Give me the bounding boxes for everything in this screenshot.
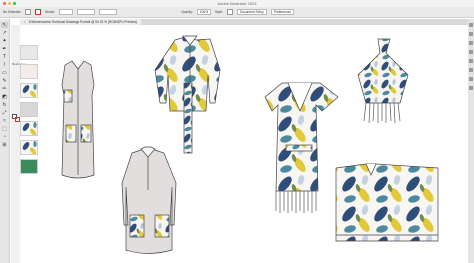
line-tool[interactable]: / (1, 62, 8, 68)
garment-wrap-kaftan[interactable] (264, 82, 339, 213)
style-label: Style: (215, 10, 224, 14)
swatch-leaf-print-2[interactable] (20, 121, 38, 136)
pencil-tool[interactable]: ✏ (1, 86, 8, 92)
shape-builder-tool[interactable]: ◔ (1, 134, 8, 140)
swatch-green[interactable] (20, 159, 38, 174)
swatch-grey[interactable] (20, 102, 38, 117)
layers-icon[interactable] (469, 32, 473, 36)
preferences-button[interactable]: Preferences (270, 9, 294, 15)
free-transform-tool[interactable]: ⬚ (1, 126, 8, 132)
rotate-tool[interactable]: ↻ (1, 102, 8, 108)
fill-swatch-button[interactable] (25, 9, 32, 15)
control-bar: No Selection Stroke: Opacity: 100% Style… (0, 7, 474, 18)
swatch-pale-pink[interactable] (20, 64, 38, 79)
width-tool[interactable]: ≈ (1, 118, 8, 124)
variable-width-dropdown[interactable] (77, 9, 96, 15)
leaf-pattern-icon (21, 122, 37, 135)
artboard-canvas[interactable] (20, 25, 468, 263)
swatch-panel-strip: Illustration (11, 25, 26, 263)
swatch-leaf-print-3[interactable] (20, 140, 38, 155)
scale-tool[interactable]: ⤢ (1, 110, 8, 116)
brushes-icon[interactable] (469, 59, 473, 63)
symbols-icon[interactable] (469, 68, 473, 72)
title-bar: Adobe Illustrator 2024 (0, 0, 474, 7)
artwork (61, 35, 439, 254)
swatch-leaf-print[interactable] (20, 83, 38, 98)
garment-leaf-blouse[interactable] (154, 35, 221, 154)
document-tab-label: 8 Womenswear Technical Drawings Portrait… (28, 20, 137, 24)
swatch-thumbnails (20, 45, 40, 174)
selection-tool[interactable]: ↖ (1, 22, 8, 28)
close-tab-icon[interactable]: × (24, 20, 26, 24)
garment-halter-top[interactable] (357, 38, 409, 124)
type-tool[interactable]: T (1, 54, 8, 60)
stroke-weight-field[interactable] (59, 9, 74, 15)
perspective-tool[interactable]: ⊞ (1, 142, 8, 148)
right-panel-dock (468, 19, 474, 263)
appearance-icon[interactable] (469, 77, 473, 81)
stroke-label: Stroke: (45, 10, 56, 14)
leaf-pattern-icon (21, 84, 37, 97)
swatch-light-grey[interactable] (20, 45, 38, 60)
opacity-field[interactable]: 100% (196, 9, 212, 15)
magic-wand-tool[interactable]: ✦ (1, 38, 8, 44)
selection-label: No Selection (3, 10, 22, 14)
libraries-icon[interactable] (469, 41, 473, 45)
garment-collared-shirt-dress[interactable] (121, 146, 177, 254)
opacity-label: Opacity: (181, 10, 193, 14)
eraser-tool[interactable]: ◩ (1, 94, 8, 100)
pen-tool[interactable]: ✒ (1, 46, 8, 52)
style-swatch-button[interactable] (227, 9, 234, 15)
brush-dropdown[interactable] (99, 9, 118, 15)
leaf-pattern-icon (21, 141, 37, 154)
swatches-icon[interactable] (469, 50, 473, 54)
illustrator-window: Adobe Illustrator 2024 No Selection Stro… (0, 0, 474, 263)
paintbrush-tool[interactable]: ✎ (1, 78, 8, 84)
graphic-styles-icon[interactable] (469, 86, 473, 90)
direct-selection-tool[interactable]: ↗ (1, 30, 8, 36)
garment-sleeveless-shirt-dress[interactable] (61, 60, 95, 179)
properties-icon[interactable] (469, 23, 473, 27)
stroke-swatch-button[interactable] (35, 9, 42, 15)
fill-stroke-indicator[interactable] (12, 114, 20, 122)
tools-panel: ↖ ↗ ✦ ✒ T / ▭ ✎ ✏ ◩ ↻ ⤢ ≈ ⬚ ◔ ⊞ (0, 19, 10, 263)
window-title: Adobe Illustrator 2024 (217, 1, 257, 6)
garment-poncho-top[interactable] (335, 163, 439, 242)
document-setup-button[interactable]: Document Setup (237, 9, 267, 15)
rectangle-tool[interactable]: ▭ (1, 70, 8, 76)
